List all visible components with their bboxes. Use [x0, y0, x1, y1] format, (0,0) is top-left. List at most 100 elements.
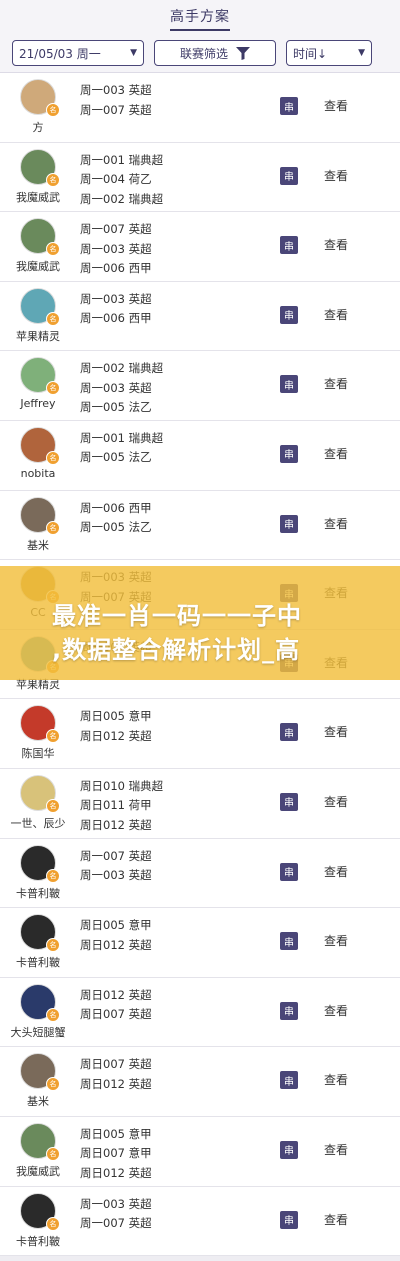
match-item: 周一003 英超 [80, 380, 152, 395]
list-item[interactable]: 名我魔威武 周日005 意甲 周日007 意甲 周日012 英超串查看 [0, 1116, 400, 1187]
list-item[interactable]: 名卡普利鞁 周一003 英超 周一007 英超串查看 [0, 1186, 400, 1257]
match-item: 周一006 西甲 [80, 500, 152, 515]
match-item: 周日012 英超 [80, 1076, 152, 1091]
avatar[interactable]: 名 [20, 496, 60, 535]
rank-badge: 名 [46, 729, 60, 744]
list-item[interactable]: 名方周一003 英超 周一007 英超串查看 [0, 73, 400, 143]
avatar[interactable]: 名 [20, 357, 60, 396]
view-button[interactable]: 查看 [324, 1211, 348, 1228]
list-item[interactable]: 名我魔威武 周一007 英超 周一003 英超 周一006 西甲串查看 [0, 212, 400, 282]
match-item: 周日012 英超 [80, 987, 152, 1002]
view-button[interactable]: 查看 [324, 515, 348, 532]
league-filter-button[interactable]: 联赛筛选 [154, 40, 276, 66]
list-item[interactable]: 名基米 周一006 西甲 周一005 法乙串查看 [0, 490, 400, 561]
avatar[interactable]: 名 [20, 426, 60, 465]
user-nickname: 卡普利鞁 [16, 1234, 60, 1248]
list-item[interactable]: 名 Jeffrey 周一002 瑞典超 周一003 英超 周一005 法乙串查看 [0, 351, 400, 421]
view-button[interactable]: 查看 [324, 793, 348, 810]
list-item[interactable]: 名苹果精灵 周一003 英超 周一006 西甲 串 查看 [0, 281, 400, 352]
user-nickname: 我魔威武 [16, 1164, 60, 1178]
match-item: 周一006 西甲 [80, 311, 152, 326]
rank-badge: 名 [46, 1146, 60, 1161]
view-button[interactable]: 查看 [324, 167, 348, 184]
list-item[interactable]: 名我魔威武 周一001 瑞典超 周一004 荷乙 周一002 瑞典超串查看 [0, 142, 400, 213]
avatar[interactable]: 名 [20, 287, 60, 326]
user-nickname: 苹果精灵 [16, 329, 60, 343]
view-button[interactable]: 查看 [324, 1002, 348, 1019]
user-info: 名一世、辰少 [6, 774, 70, 831]
rank-badge: 名 [46, 938, 60, 953]
match-item: 周日007 意甲 [80, 1146, 152, 1161]
filter-bar: 21/05/03 周一 ▼ 联赛筛选 时间↓ ▼ [0, 34, 400, 73]
user-nickname: 基米 [27, 1095, 49, 1109]
match-item: 周一003 英超 [80, 241, 152, 256]
parlay-tag: 串 [280, 514, 298, 533]
parlay-tag: 串 [280, 1140, 298, 1159]
parlay-tag: 串 [280, 1071, 298, 1090]
avatar[interactable]: 名 [20, 218, 60, 257]
league-filter-label: 联赛筛选 [179, 46, 228, 61]
rank-badge: 名 [46, 520, 60, 535]
avatar[interactable]: 名 [20, 1122, 60, 1161]
match-item: 周日010 瑞典超 [80, 778, 164, 793]
tab-expert-plans[interactable]: 高手方案 [170, 0, 230, 31]
parlay-tag: 串 [280, 1210, 298, 1229]
rank-badge: 名 [46, 1007, 60, 1022]
match-item: 周一002 瑞典超 [80, 361, 164, 376]
match-item: 周日012 英超 [80, 817, 152, 832]
avatar[interactable]: 名 [20, 705, 60, 744]
list-item[interactable]: 名陈国华 周日005 意甲 周日012 英超串查看 [0, 699, 400, 769]
view-button[interactable]: 查看 [324, 375, 348, 392]
user-nickname: Jeffrey [20, 397, 56, 411]
view-button[interactable]: 查看 [324, 723, 348, 740]
match-list: 周日007 英超 周日012 英超 [80, 1055, 152, 1094]
avatar[interactable]: 名 [20, 1192, 60, 1231]
match-item: 周一001 瑞典超 [80, 152, 164, 167]
avatar[interactable]: 名 [20, 148, 60, 187]
parlay-tag: 串 [280, 792, 298, 811]
match-item: 周日007 英超 [80, 1057, 152, 1072]
user-nickname: 一世、辰少 [10, 816, 66, 830]
avatar[interactable]: 名 [20, 1053, 60, 1092]
view-button[interactable]: 查看 [324, 932, 348, 949]
match-item: 周一002 瑞典超 [80, 191, 164, 206]
view-button[interactable]: 查看 [324, 863, 348, 880]
avatar[interactable]: 名 [20, 914, 60, 953]
match-item: 周一003 英超 [80, 868, 152, 883]
match-list: 周一001 瑞典超 周一004 荷乙 周一002 瑞典超 [80, 151, 163, 210]
list-item[interactable]: 名大头短腿蟹 周日012 英超 周日007 英超串查看 [0, 977, 400, 1048]
top-header: 高手方案 [0, 0, 400, 34]
user-info: 名 Jeffrey [6, 357, 70, 410]
list-item[interactable]: 名 nobita 周一001 瑞典超 周一005 法乙 串 查看 [0, 420, 400, 491]
match-item: 周日012 英超 [80, 1165, 152, 1180]
avatar[interactable]: 名 [20, 79, 60, 117]
date-select[interactable]: 21/05/03 周一 ▼ [12, 40, 144, 66]
match-list: 周一003 英超 周一006 西甲 [80, 290, 152, 329]
list-item[interactable]: 名卡普利鞁 周日005 意甲 周日012 英超串查看 [0, 908, 400, 978]
view-button[interactable]: 查看 [324, 97, 348, 114]
match-list: 周日005 意甲 周日007 意甲 周日012 英超 [80, 1125, 152, 1184]
view-button[interactable]: 查看 [324, 445, 348, 462]
list-item[interactable]: 名基米 周日007 英超 周日012 英超 串 查看 [0, 1047, 400, 1117]
avatar[interactable]: 名 [20, 774, 60, 813]
chevron-down-icon: ▼ [358, 48, 365, 58]
match-list: 周一006 西甲 周一005 法乙 [80, 499, 152, 538]
rank-badge: 名 [46, 798, 60, 813]
time-sort-select[interactable]: 时间↓ ▼ [286, 40, 372, 66]
list-item[interactable]: 名一世、辰少 周日010 瑞典超 周日011 荷甲 周日012 英超串查看 [0, 768, 400, 839]
view-button[interactable]: 查看 [324, 306, 348, 323]
rank-badge: 名 [46, 311, 60, 326]
view-button[interactable]: 查看 [324, 236, 348, 253]
view-button[interactable]: 查看 [324, 1071, 348, 1088]
parlay-tag: 串 [280, 305, 298, 324]
user-info: 名 nobita [6, 426, 70, 480]
avatar[interactable]: 名 [20, 844, 60, 883]
user-info: 名卡普利鞁 [6, 1192, 70, 1249]
watermark-banner: 最准一肖一码一一子中 ,数据整合解析计划_高 [0, 566, 400, 680]
list-item[interactable]: 名卡普利鞁 周一007 英超 周一003 英超串查看 [0, 838, 400, 909]
parlay-tag: 串 [280, 1001, 298, 1020]
avatar[interactable]: 名 [20, 983, 60, 1022]
view-button[interactable]: 查看 [324, 1141, 348, 1158]
user-info: 名我魔威武 [6, 1122, 70, 1179]
user-info: 名大头短腿蟹 [6, 983, 70, 1040]
